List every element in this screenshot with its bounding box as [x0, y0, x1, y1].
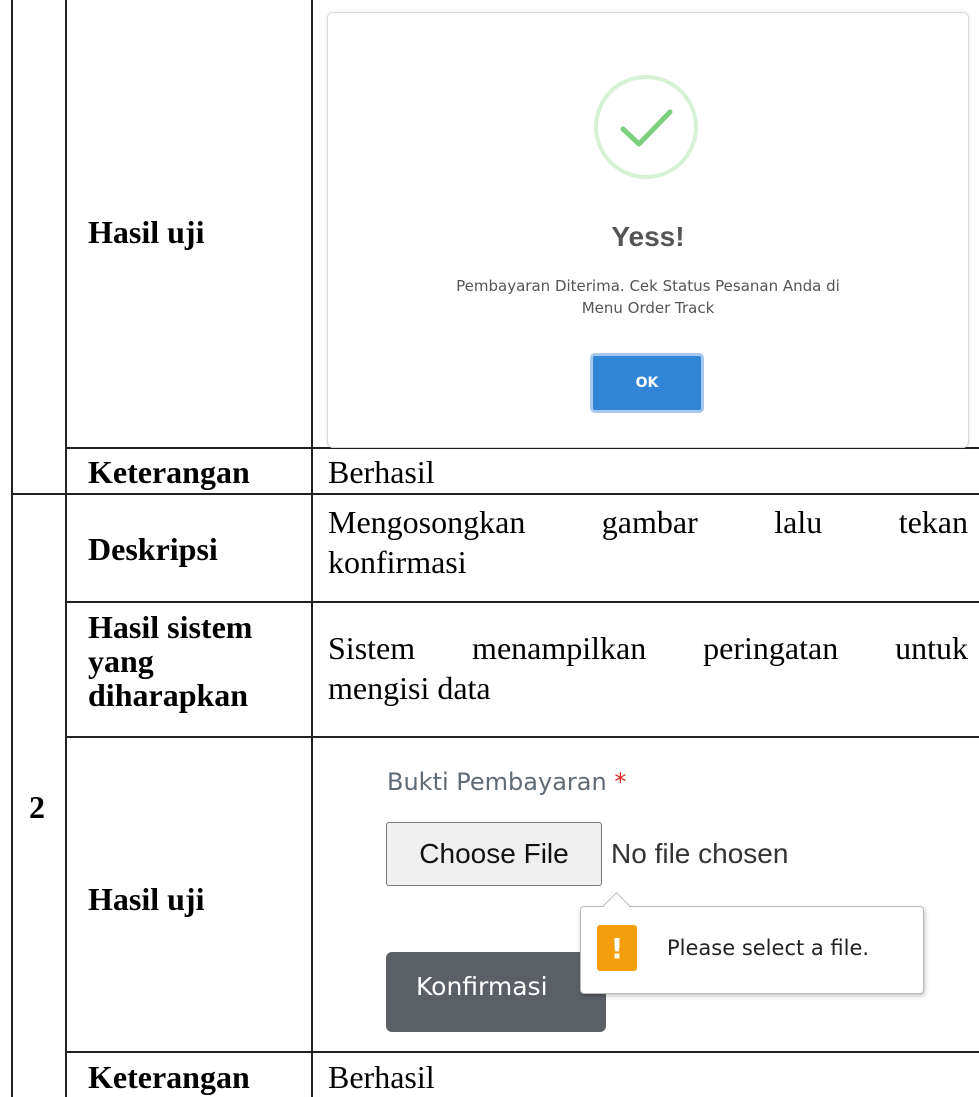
- hasil-sistem-value: Sistem menampilkan peringatan untuk meng…: [328, 628, 968, 708]
- field-label-text: Bukti Pembayaran: [387, 768, 607, 796]
- table-col-divider-1: [65, 0, 67, 1097]
- row-label-keterangan: Keterangan: [88, 454, 250, 490]
- required-asterisk: *: [614, 768, 627, 796]
- konfirmasi-button[interactable]: Konfirmasi: [386, 952, 606, 1032]
- table-col-divider-2: [311, 0, 313, 1097]
- tooltip-message: Please select a file.: [667, 936, 870, 960]
- deskripsi-line-1: Mengosongkan gambar lalu tekan: [328, 504, 968, 540]
- validation-tooltip: ! Please select a file.: [580, 892, 924, 994]
- table-hline-5: [65, 1051, 979, 1053]
- keterangan-value: Berhasil: [328, 454, 435, 490]
- success-check-icon: [594, 75, 698, 179]
- test-number: 2: [29, 789, 45, 825]
- success-dialog: Yess! Pembayaran Diterima. Cek Status Pe…: [327, 12, 969, 448]
- hasil-sistem-label-line-3: diharapkan: [88, 677, 249, 713]
- table-hline-4: [65, 736, 979, 738]
- no-file-chosen-text: No file chosen: [611, 838, 789, 869]
- choose-file-button[interactable]: Choose File: [386, 822, 602, 886]
- hasil-sistem-label-line-2: yang: [88, 643, 154, 679]
- table-border-left: [11, 0, 13, 1097]
- hasil-sistem-line-1: Sistem menampilkan peringatan untuk: [328, 630, 968, 666]
- table-hline-3: [65, 601, 979, 603]
- row-label-keterangan-2: Keterangan: [88, 1059, 250, 1095]
- warning-exclamation-icon: !: [597, 925, 637, 971]
- ok-button[interactable]: OK: [590, 353, 704, 413]
- bukti-pembayaran-label: Bukti Pembayaran *: [387, 768, 626, 796]
- row-label-hasil-uji: Hasil uji: [88, 214, 205, 250]
- deskripsi-value: Mengosongkan gambar lalu tekan konfirmas…: [328, 502, 968, 582]
- dialog-message: Pembayaran Diterima. Cek Status Pesanan …: [378, 275, 918, 319]
- dialog-message-line-2: Menu Order Track: [581, 299, 715, 317]
- deskripsi-line-2: konfirmasi: [328, 544, 467, 580]
- test-table: Hasil uji Yess! Pembayaran Diterima. Cek…: [0, 0, 979, 1097]
- keterangan-value-2: Berhasil: [328, 1059, 435, 1095]
- table-hline-2: [11, 493, 979, 495]
- tooltip-arrow: [603, 892, 630, 919]
- hasil-sistem-label-line-1: Hasil sistem: [88, 609, 253, 645]
- dialog-title: Yess!: [611, 221, 685, 252]
- row-label-hasil-uji-2: Hasil uji: [88, 881, 205, 917]
- row-label-deskripsi: Deskripsi: [88, 531, 218, 567]
- row-label-hasil-sistem: Hasil sistem yang diharapkan: [88, 610, 252, 712]
- hasil-sistem-line-2: mengisi data: [328, 670, 491, 706]
- dialog-message-line-1: Pembayaran Diterima. Cek Status Pesanan …: [456, 277, 840, 295]
